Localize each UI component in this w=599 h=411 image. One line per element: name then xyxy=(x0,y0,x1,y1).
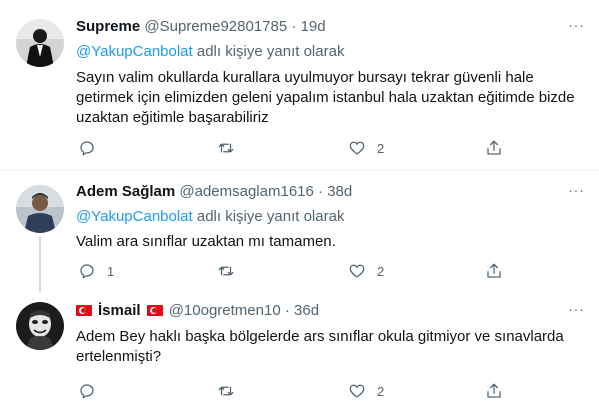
like-button[interactable]: 2 xyxy=(348,261,384,281)
retweet-button[interactable] xyxy=(217,261,246,281)
like-button[interactable]: 2 xyxy=(348,138,384,158)
retweet-button[interactable] xyxy=(217,138,246,158)
avatar[interactable] xyxy=(16,19,64,67)
share-button[interactable] xyxy=(485,261,503,281)
reply-icon xyxy=(80,264,94,279)
reply-count: 1 xyxy=(107,263,115,279)
share-button[interactable] xyxy=(485,138,503,158)
tweet-2[interactable]: Adem Sağlam @ademsaglam1616 · 38d ··· @Y… xyxy=(0,171,599,292)
tweet-actions: 2 xyxy=(76,138,586,158)
mention-link[interactable]: @YakupCanbolat xyxy=(76,208,193,225)
separator-dot: · xyxy=(284,302,290,319)
tweet-text: Adem Bey haklı başka bölgelerde ars sını… xyxy=(76,327,586,367)
reply-icon xyxy=(80,141,94,156)
tweet-text-line: getirmek için elimizden geleni yapalım i… xyxy=(76,89,575,106)
separator-dot: · xyxy=(291,18,297,35)
tweet-text-line: uzaktan eğitimle başarabiliriz xyxy=(76,109,269,126)
share-button[interactable] xyxy=(485,381,503,401)
tweet-header: İsmail @10ogretmen10 · 36d xyxy=(76,301,319,321)
avatar-image-supreme xyxy=(16,19,64,67)
like-count: 2 xyxy=(377,383,385,399)
reply-context-label: adlı kişiye yanıt olarak xyxy=(192,208,345,225)
reply-icon xyxy=(80,384,94,399)
tweet-text-line: Valim ara sınıflar uzaktan mı tamamen. xyxy=(76,233,336,250)
avatar-image-adem xyxy=(16,185,64,233)
like-count: 2 xyxy=(377,140,385,156)
tweet-text-line: ertelenmişti? xyxy=(76,348,162,365)
separator-dot: · xyxy=(318,183,324,200)
share-icon xyxy=(487,140,501,155)
retweet-icon xyxy=(218,266,234,276)
reply-context-label: adlı kişiye yanıt olarak xyxy=(192,43,345,60)
avatar[interactable] xyxy=(16,185,64,233)
tweet-actions: 1 2 xyxy=(76,261,586,281)
tweet-1[interactable]: Supreme @Supreme92801785 · 19d ··· @Yaku… xyxy=(0,0,599,170)
share-icon xyxy=(487,383,501,398)
user-handle[interactable]: @10ogretmen10 xyxy=(169,302,281,319)
retweet-icon xyxy=(218,143,234,153)
timestamp[interactable]: 19d xyxy=(301,18,326,35)
tweet-header: Supreme @Supreme92801785 · 19d xyxy=(76,17,326,37)
turkey-flag-icon xyxy=(146,305,163,316)
user-handle[interactable]: @ademsaglam1616 xyxy=(179,183,313,200)
thread-connector xyxy=(39,237,41,292)
tweet-text: Sayın valim okullarda kurallara uyulmuyo… xyxy=(76,68,586,128)
heart-icon xyxy=(349,141,365,155)
reply-button[interactable] xyxy=(78,381,107,401)
tweet-text-line: Sayın valim okullarda kurallara uyulmuyo… xyxy=(76,69,534,86)
timestamp[interactable]: 36d xyxy=(294,302,319,319)
retweet-button[interactable] xyxy=(217,381,246,401)
user-handle[interactable]: @Supreme92801785 xyxy=(144,18,287,35)
reply-context: @YakupCanbolat adlı kişiye yanıt olarak xyxy=(76,42,344,62)
like-count: 2 xyxy=(377,263,385,279)
share-icon xyxy=(487,263,501,278)
like-button[interactable]: 2 xyxy=(348,381,384,401)
more-options-button[interactable]: ··· xyxy=(568,301,585,317)
timestamp[interactable]: 38d xyxy=(327,183,352,200)
display-name[interactable]: Adem Sağlam xyxy=(76,183,175,200)
avatar-image-ismail xyxy=(16,302,64,350)
heart-icon xyxy=(349,384,365,398)
turkey-flag-icon xyxy=(76,305,92,316)
avatar[interactable] xyxy=(16,302,64,350)
reply-button[interactable] xyxy=(78,138,107,158)
more-options-button[interactable]: ··· xyxy=(568,182,585,198)
heart-icon xyxy=(349,264,365,278)
reply-button[interactable]: 1 xyxy=(78,261,114,281)
retweet-icon xyxy=(218,386,234,396)
tweet-text-line: Adem Bey haklı başka bölgelerde ars sını… xyxy=(76,328,564,345)
tweet-text: Valim ara sınıflar uzaktan mı tamamen. xyxy=(76,232,586,252)
tweet-3[interactable]: İsmail @10ogretmen10 · 36d ··· Adem Bey … xyxy=(0,292,599,411)
tweet-header: Adem Sağlam @ademsaglam1616 · 38d xyxy=(76,182,352,202)
display-name[interactable]: Supreme xyxy=(76,18,140,35)
more-options-button[interactable]: ··· xyxy=(568,17,585,33)
mention-link[interactable]: @YakupCanbolat xyxy=(76,43,193,60)
tweet-actions: 2 xyxy=(76,381,586,401)
reply-context: @YakupCanbolat adlı kişiye yanıt olarak xyxy=(76,207,344,227)
display-name[interactable]: İsmail xyxy=(98,302,141,319)
